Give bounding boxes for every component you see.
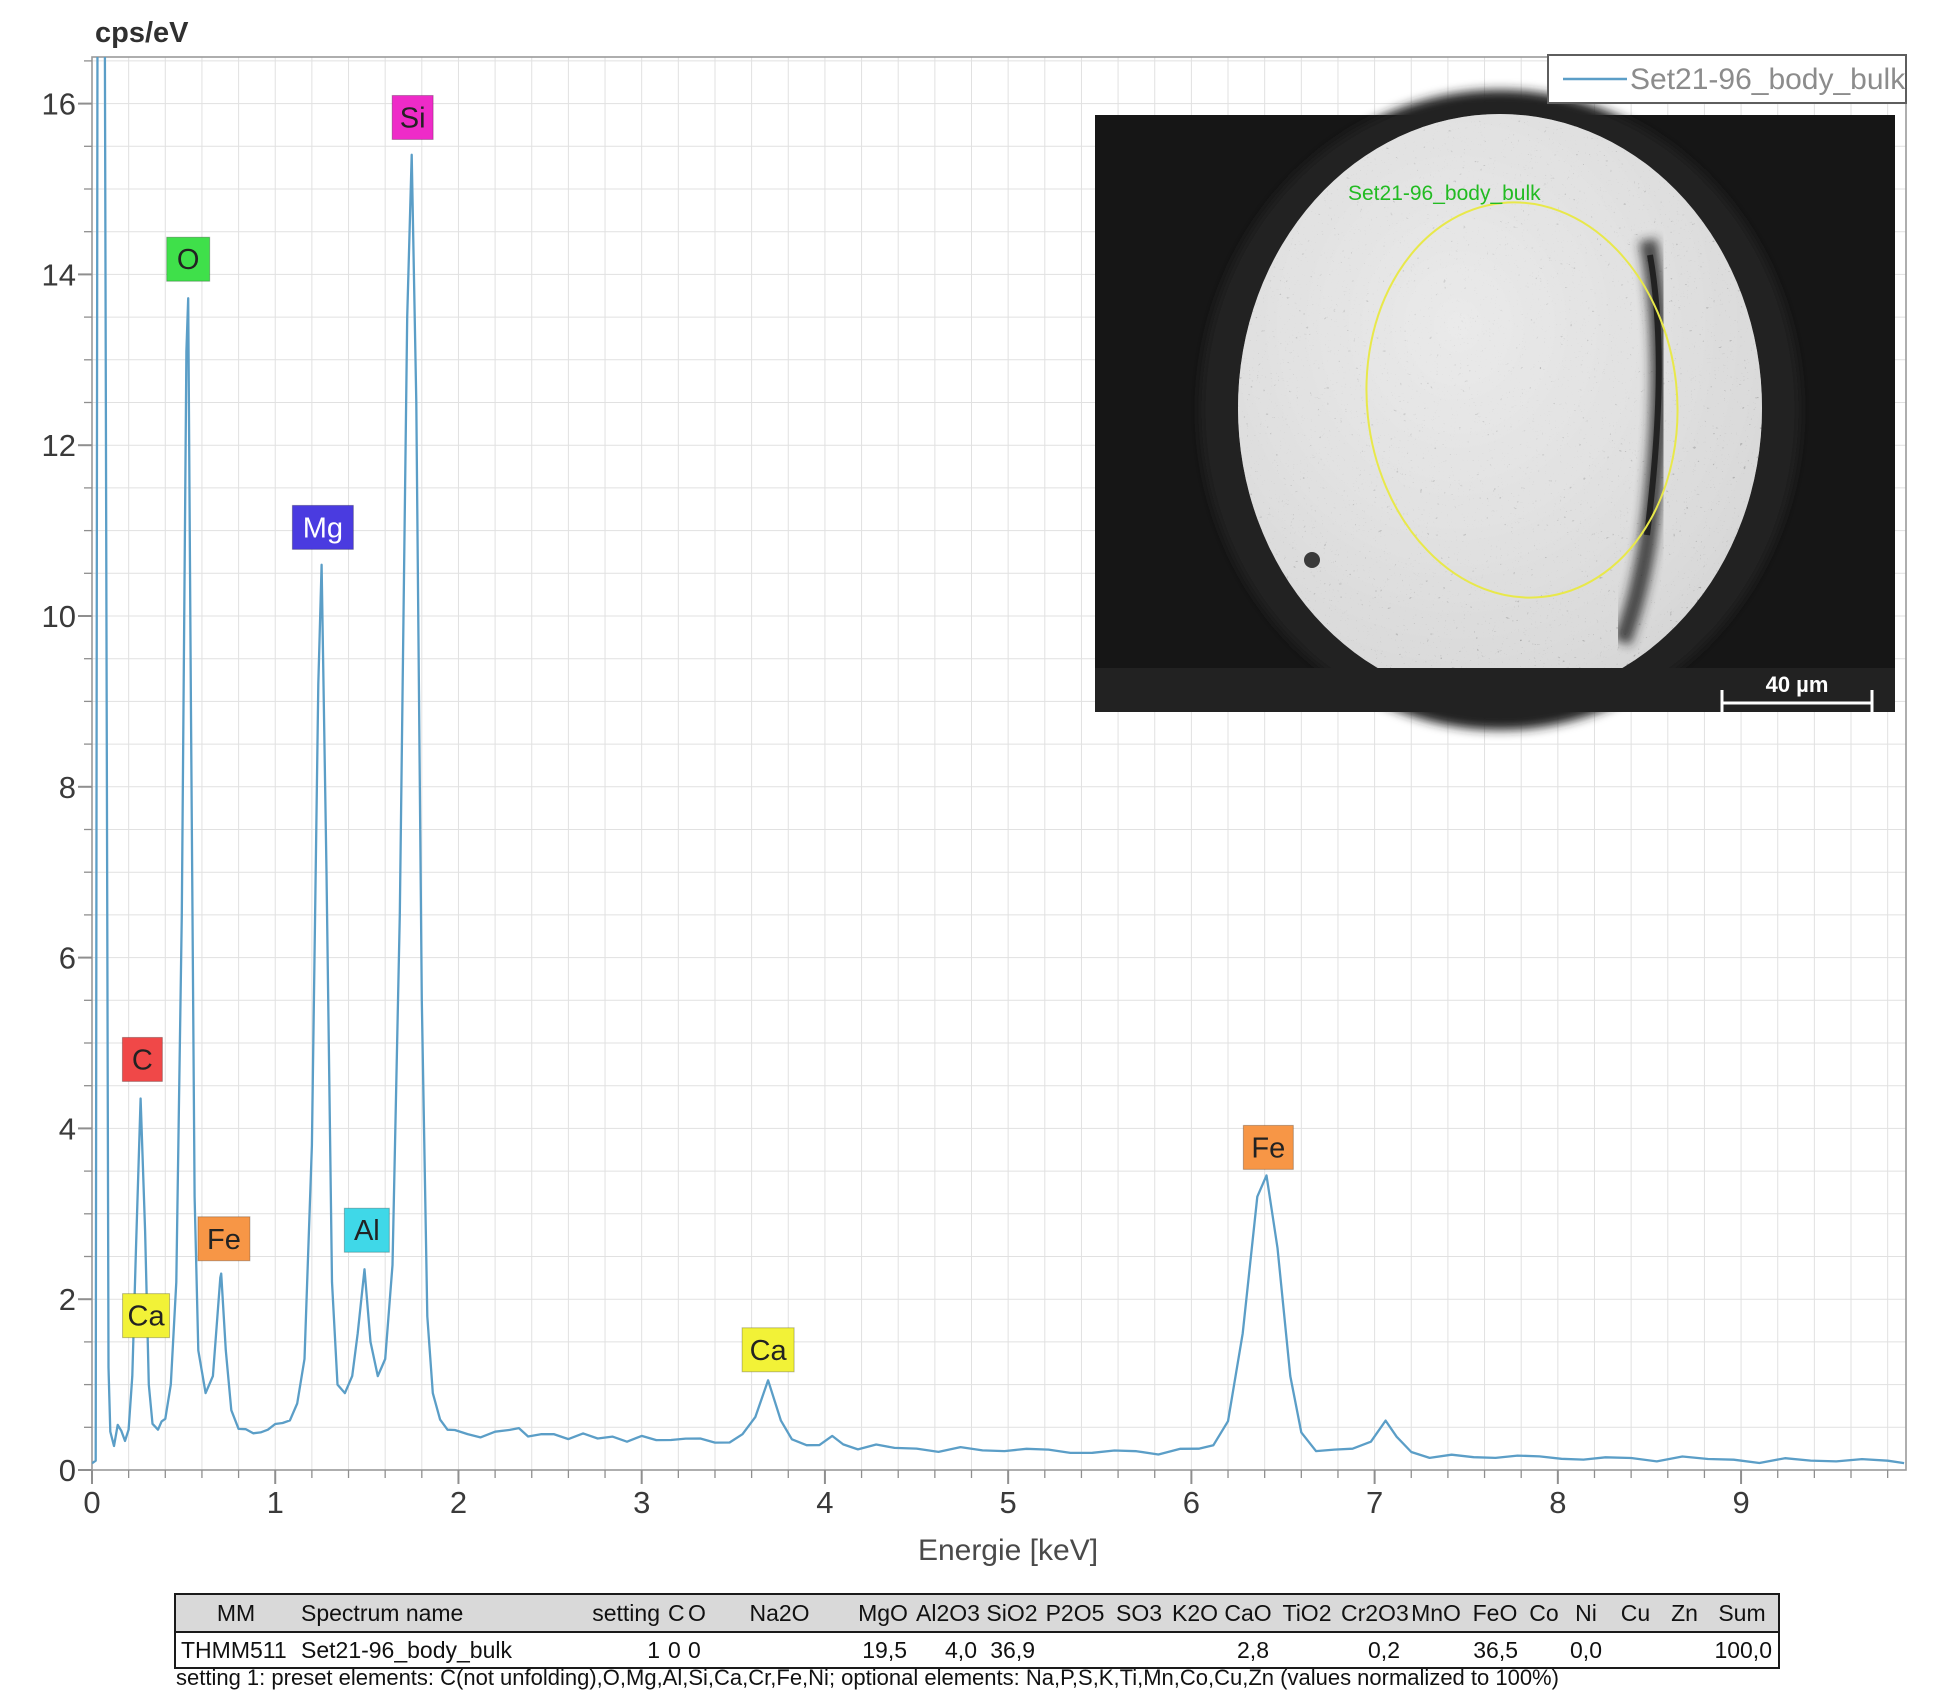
element-label-text: Ca	[128, 1301, 166, 1333]
element-label-fe: Fe	[1242, 1124, 1294, 1170]
cell-cr2o3: 0,2	[1339, 1632, 1406, 1668]
col-header-mgo: MgO	[853, 1594, 913, 1633]
y-tick-label: 16	[42, 87, 76, 122]
element-label-al: Al	[343, 1207, 390, 1253]
x-tick-label: 7	[1366, 1485, 1383, 1520]
element-label-ca: Ca	[741, 1327, 795, 1373]
cell-cu	[1608, 1632, 1663, 1668]
col-header-co: Co	[1524, 1594, 1564, 1633]
element-label-text: C	[132, 1044, 153, 1076]
cell-spectrum-name: Set21-96_body_bulk	[296, 1632, 561, 1668]
col-header-sum: Sum	[1706, 1594, 1779, 1633]
cell-feo: 36,5	[1466, 1632, 1524, 1668]
sem-inset-image: Set21-96_body_bulk 40 µm	[1095, 90, 1895, 730]
cell-al2o3: 4,0	[913, 1632, 983, 1668]
col-header-k2o: K2O	[1169, 1594, 1221, 1633]
col-header-cr2o3: Cr2O3	[1339, 1594, 1409, 1633]
col-header-cu: Cu	[1608, 1594, 1663, 1633]
cell-sum: 100,0	[1706, 1632, 1779, 1668]
cell-c: 0	[666, 1632, 686, 1668]
y-tick-label: 10	[42, 599, 76, 634]
col-header-cao: CaO	[1221, 1594, 1275, 1633]
legend: Set21-96_body_bulk	[1547, 54, 1907, 104]
cell-mgo: 19,5	[853, 1632, 913, 1668]
y-tick-label: 0	[59, 1453, 76, 1488]
element-label-text: Mg	[303, 512, 343, 544]
cell-o: 0	[686, 1632, 706, 1668]
element-label-c: C	[121, 1036, 163, 1082]
cell-k2o	[1169, 1632, 1221, 1668]
quantification-table-wrap: MM Spectrum name setting C O Na2O MgO Al2O3 SiO2…	[174, 1593, 1780, 1669]
y-tick-label: 4	[59, 1111, 76, 1146]
col-header-p2o5: P2O5	[1041, 1594, 1109, 1633]
element-label-fe: Fe	[197, 1216, 251, 1262]
element-label-text: Ca	[750, 1335, 788, 1367]
y-tick-label: 2	[59, 1282, 76, 1317]
col-header-setting: setting	[561, 1594, 666, 1633]
col-header-al2o3: Al2O3	[913, 1594, 983, 1633]
legend-series-label: Set21-96_body_bulk	[1630, 63, 1906, 96]
y-tick-label: 8	[59, 770, 76, 805]
eds-report-page: 0 1 2 3 4 5 6 7 8 9 0 2 4 6 8 10 12 14 16 C Ca O Fe Mg Al Si Ca Fe…	[0, 0, 1936, 1698]
x-tick-label: 6	[1183, 1485, 1200, 1520]
x-tick-label: 4	[816, 1485, 833, 1520]
cell-zn	[1663, 1632, 1706, 1668]
table-header-row: MM Spectrum name setting C O Na2O MgO Al2O3 SiO2…	[175, 1594, 1779, 1633]
x-axis-title: Energie [keV]	[918, 1534, 1098, 1567]
setting-footnote: setting 1: preset elements: C(not unfold…	[176, 1665, 1559, 1690]
element-label-text: O	[177, 244, 200, 276]
element-label-si: Si	[391, 94, 434, 140]
col-header-o: O	[686, 1594, 706, 1633]
element-label-text: Fe	[1251, 1132, 1285, 1164]
quantification-table: MM Spectrum name setting C O Na2O MgO Al2O3 SiO2…	[174, 1593, 1780, 1669]
col-header-c: C	[666, 1594, 686, 1633]
cell-na2o	[706, 1632, 853, 1668]
cell-setting: 1	[561, 1632, 666, 1668]
sem-scale-label: 40 µm	[1766, 672, 1829, 697]
x-tick-label: 9	[1732, 1485, 1749, 1520]
table-data-row: THMM511 Set21-96_body_bulk 1 0 0 19,5 4,0 36,9 2…	[175, 1632, 1779, 1668]
col-header-zn: Zn	[1663, 1594, 1706, 1633]
col-header-sio2: SiO2	[983, 1594, 1041, 1633]
y-tick-label: 14	[42, 257, 76, 292]
element-label-mg: Mg	[291, 504, 354, 550]
x-tick-label: 3	[633, 1485, 650, 1520]
col-header-na2o: Na2O	[706, 1594, 853, 1633]
col-header-feo: FeO	[1466, 1594, 1524, 1633]
x-tick-label: 8	[1549, 1485, 1566, 1520]
element-label-o: O	[166, 236, 211, 282]
cell-mno	[1406, 1632, 1466, 1668]
cell-tio2	[1275, 1632, 1339, 1668]
col-header-mno: MnO	[1406, 1594, 1466, 1633]
x-tick-label: 5	[1000, 1485, 1017, 1520]
y-tick-label: 12	[42, 428, 76, 463]
col-header-tio2: TiO2	[1275, 1594, 1339, 1633]
x-tick-label: 1	[267, 1485, 284, 1520]
element-label-text: Al	[354, 1215, 380, 1247]
col-header-so3: SO3	[1109, 1594, 1169, 1633]
cell-cao: 2,8	[1221, 1632, 1275, 1668]
cell-ni: 0,0	[1564, 1632, 1608, 1668]
cell-mm: THMM511	[175, 1632, 296, 1668]
sem-dark-spot	[1304, 552, 1320, 568]
cell-p2o5	[1041, 1632, 1109, 1668]
col-header-ni: Ni	[1564, 1594, 1608, 1633]
cell-so3	[1109, 1632, 1169, 1668]
col-header-mm: MM	[175, 1594, 296, 1633]
eds-spectrum-chart: 0 1 2 3 4 5 6 7 8 90246810121416 CCaOFeMgAlSiCaFe…	[42, 17, 1907, 1567]
element-label-ca: Ca	[122, 1293, 171, 1339]
y-axis-unit-label: cps/eV	[95, 17, 189, 49]
x-tick-label: 0	[83, 1485, 100, 1520]
col-header-spectrum-name: Spectrum name	[296, 1594, 561, 1633]
y-tick-label: 6	[59, 941, 76, 976]
element-label-text: Fe	[207, 1224, 241, 1256]
cell-sio2: 36,9	[983, 1632, 1041, 1668]
sem-annotation-label: Set21-96_body_bulk	[1348, 182, 1541, 205]
x-tick-label: 2	[450, 1485, 467, 1520]
element-label-text: Si	[400, 102, 426, 134]
cell-co	[1524, 1632, 1564, 1668]
